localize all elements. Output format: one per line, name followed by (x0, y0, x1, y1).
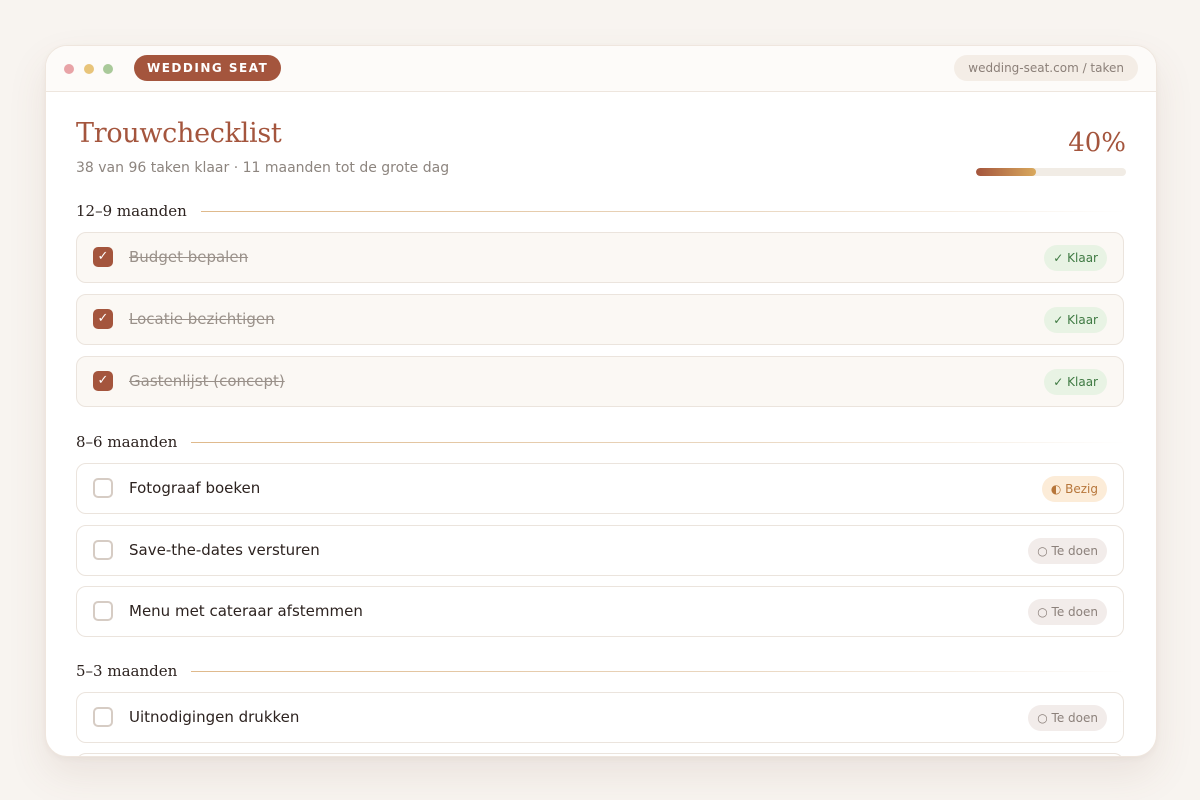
task-label: Uitnodigingen drukken (129, 708, 300, 726)
task-row[interactable]: Fotograaf boeken ◐ Bezig (76, 463, 1124, 514)
task-row[interactable]: Menu met cateraar afstemmen ○ Te doen (76, 586, 1124, 637)
task-row[interactable]: Uitnodigingen drukken ○ Te doen (76, 692, 1124, 743)
maximize-window-dot[interactable] (103, 64, 113, 74)
app-window: WEDDING SEAT wedding-seat.com / taken Tr… (45, 45, 1157, 757)
minimize-window-dot[interactable] (84, 64, 94, 74)
section-header: 5–3 maanden (76, 661, 1126, 681)
task-checkbox[interactable] (93, 478, 113, 498)
status-badge: ✓ Klaar (1044, 307, 1107, 333)
task-checkbox[interactable] (93, 601, 113, 621)
task-checkbox-checked[interactable]: ✓ (93, 309, 113, 329)
progress-percentage: 40% (1068, 128, 1126, 158)
task-row-partial[interactable] (76, 753, 1124, 756)
task-label: Gastenlijst (concept) (129, 372, 285, 390)
title-bar: WEDDING SEAT wedding-seat.com / taken (46, 46, 1156, 92)
status-badge: ✓ Klaar (1044, 369, 1107, 395)
status-badge: ○ Te doen (1028, 705, 1107, 731)
section-divider (191, 441, 1126, 443)
close-window-dot[interactable] (64, 64, 74, 74)
status-badge: ○ Te doen (1028, 538, 1107, 564)
status-badge: ✓ Klaar (1044, 245, 1107, 271)
section-header: 12–9 maanden (76, 201, 1126, 221)
task-label: Save-the-dates versturen (129, 541, 320, 559)
section-title: 8–6 maanden (76, 433, 178, 451)
status-badge: ◐ Bezig (1041, 476, 1107, 502)
progress-bar (976, 168, 1126, 176)
task-row[interactable]: ✓ Budget bepalen ✓ Klaar (76, 232, 1124, 283)
task-row[interactable]: ✓ Locatie bezichtigen ✓ Klaar (76, 294, 1124, 345)
task-label: Fotograaf boeken (129, 479, 261, 497)
task-label: Locatie bezichtigen (129, 310, 275, 328)
task-row[interactable]: ✓ Gastenlijst (concept) ✓ Klaar (76, 356, 1124, 407)
task-row[interactable]: Save-the-dates versturen ○ Te doen (76, 525, 1124, 576)
task-checkbox[interactable] (93, 707, 113, 727)
section-title: 12–9 maanden (76, 202, 187, 220)
url-pill[interactable]: wedding-seat.com / taken (954, 55, 1138, 81)
section-divider (191, 670, 1126, 672)
progress-bar-fill (976, 168, 1036, 176)
section-divider (200, 210, 1126, 212)
brand-badge: WEDDING SEAT (134, 55, 282, 81)
status-badge: ○ Te doen (1028, 599, 1107, 625)
task-checkbox-checked[interactable]: ✓ (93, 247, 113, 267)
task-label: Budget bepalen (129, 248, 249, 266)
section-title: 5–3 maanden (76, 662, 178, 680)
task-checkbox[interactable] (93, 540, 113, 560)
section-header: 8–6 maanden (76, 432, 1126, 452)
page-title: Trouwchecklist (76, 118, 282, 149)
task-label: Menu met cateraar afstemmen (129, 602, 363, 620)
page-subtitle: 38 van 96 taken klaar · 11 maanden tot d… (76, 160, 450, 176)
task-checkbox-checked[interactable]: ✓ (93, 371, 113, 391)
